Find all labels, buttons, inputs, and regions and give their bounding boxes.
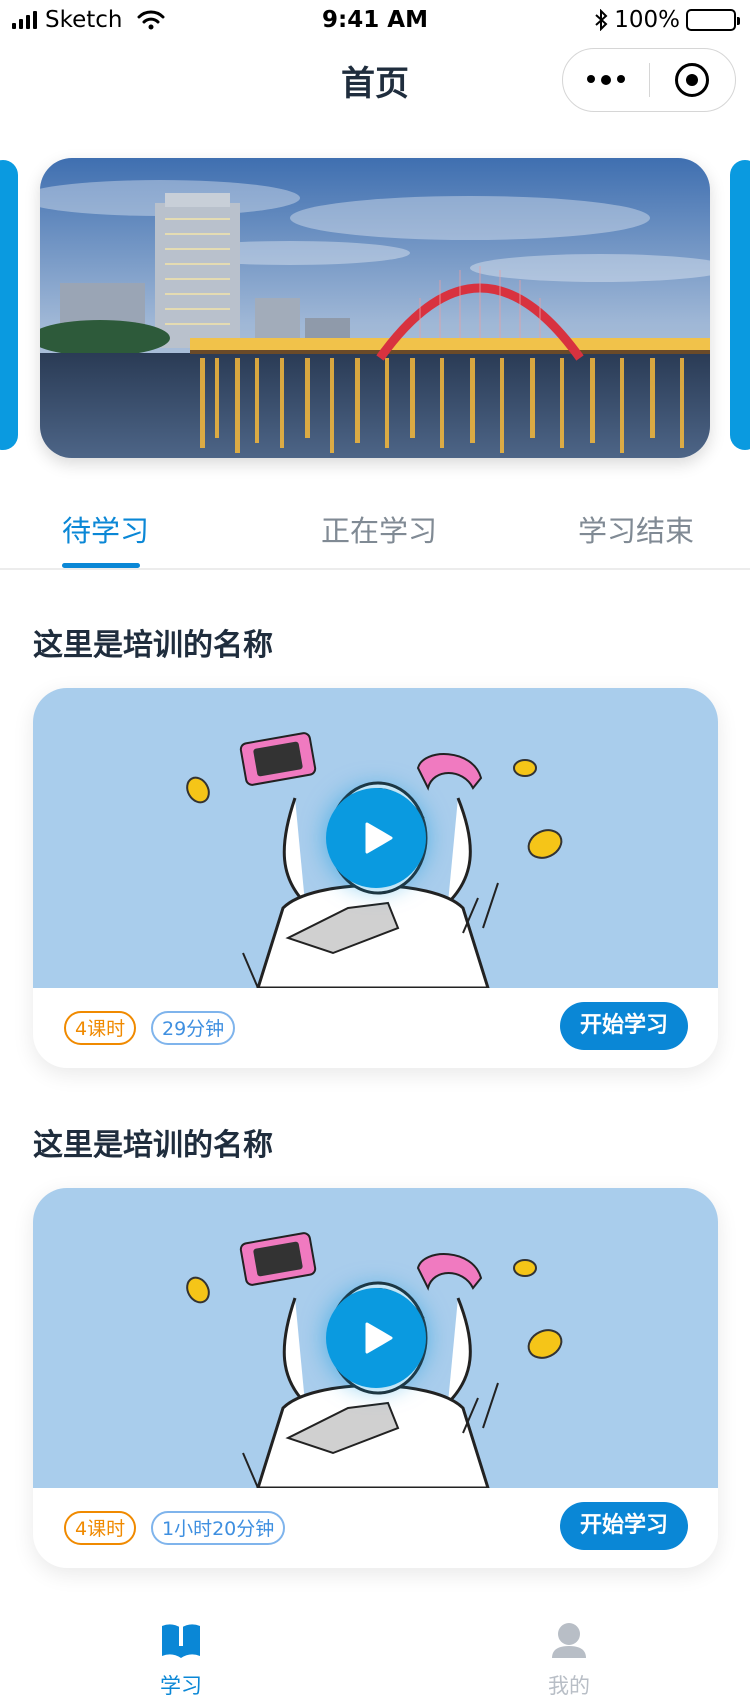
- tabbar-label: 学习: [160, 1674, 202, 1698]
- book-icon: [162, 1622, 200, 1658]
- banner-next-slide[interactable]: [730, 160, 750, 450]
- play-icon: [365, 822, 393, 854]
- battery-percent: 100%: [614, 7, 680, 33]
- duration-badge: 29分钟: [151, 1011, 236, 1045]
- banner-image[interactable]: [40, 158, 710, 458]
- tab-pending[interactable]: 待学习: [62, 508, 149, 550]
- start-learning-button[interactable]: 开始学习: [560, 1502, 688, 1550]
- course-title: 这里是培训的名称: [33, 1128, 273, 1163]
- record-circle-icon: [675, 63, 710, 97]
- lesson-count-badge: 4课时: [64, 1511, 137, 1545]
- banner-prev-slide[interactable]: [0, 160, 18, 450]
- tabbar-item-study[interactable]: 学习: [141, 1622, 221, 1700]
- tab-in-progress[interactable]: 正在学习: [321, 508, 437, 550]
- play-icon: [365, 1322, 393, 1354]
- bluetooth-icon: [595, 9, 608, 31]
- mini-program-capsule: [562, 48, 736, 112]
- tabbar-item-mine[interactable]: 我的: [529, 1622, 609, 1700]
- more-button[interactable]: [563, 75, 649, 85]
- lesson-count-badge: 4课时: [64, 1011, 137, 1045]
- course-cover-image[interactable]: [33, 688, 718, 988]
- more-dots-icon: [586, 75, 595, 83]
- duration-badge: 1小时20分钟: [151, 1511, 286, 1545]
- start-learning-button[interactable]: 开始学习: [560, 1002, 688, 1050]
- play-button[interactable]: [326, 788, 426, 888]
- user-icon: [552, 1623, 586, 1658]
- course-card[interactable]: 4课时 29分钟 开始学习: [33, 688, 718, 1068]
- play-button[interactable]: [326, 1288, 426, 1388]
- status-bar: Sketch 9:41 AM 100%: [0, 0, 750, 40]
- close-button[interactable]: [650, 63, 736, 97]
- battery-icon: [686, 9, 740, 31]
- active-tab-indicator: [62, 563, 140, 568]
- status-tabs: 待学习 正在学习 学习结束: [0, 488, 750, 570]
- tab-finished[interactable]: 学习结束: [578, 508, 694, 550]
- course-cover-image[interactable]: [33, 1188, 718, 1488]
- course-card[interactable]: 4课时 1小时20分钟 开始学习: [33, 1188, 718, 1568]
- tabbar-label: 我的: [548, 1674, 590, 1698]
- course-title: 这里是培训的名称: [33, 628, 273, 663]
- bottom-tab-bar: 学习 我的: [0, 1606, 750, 1706]
